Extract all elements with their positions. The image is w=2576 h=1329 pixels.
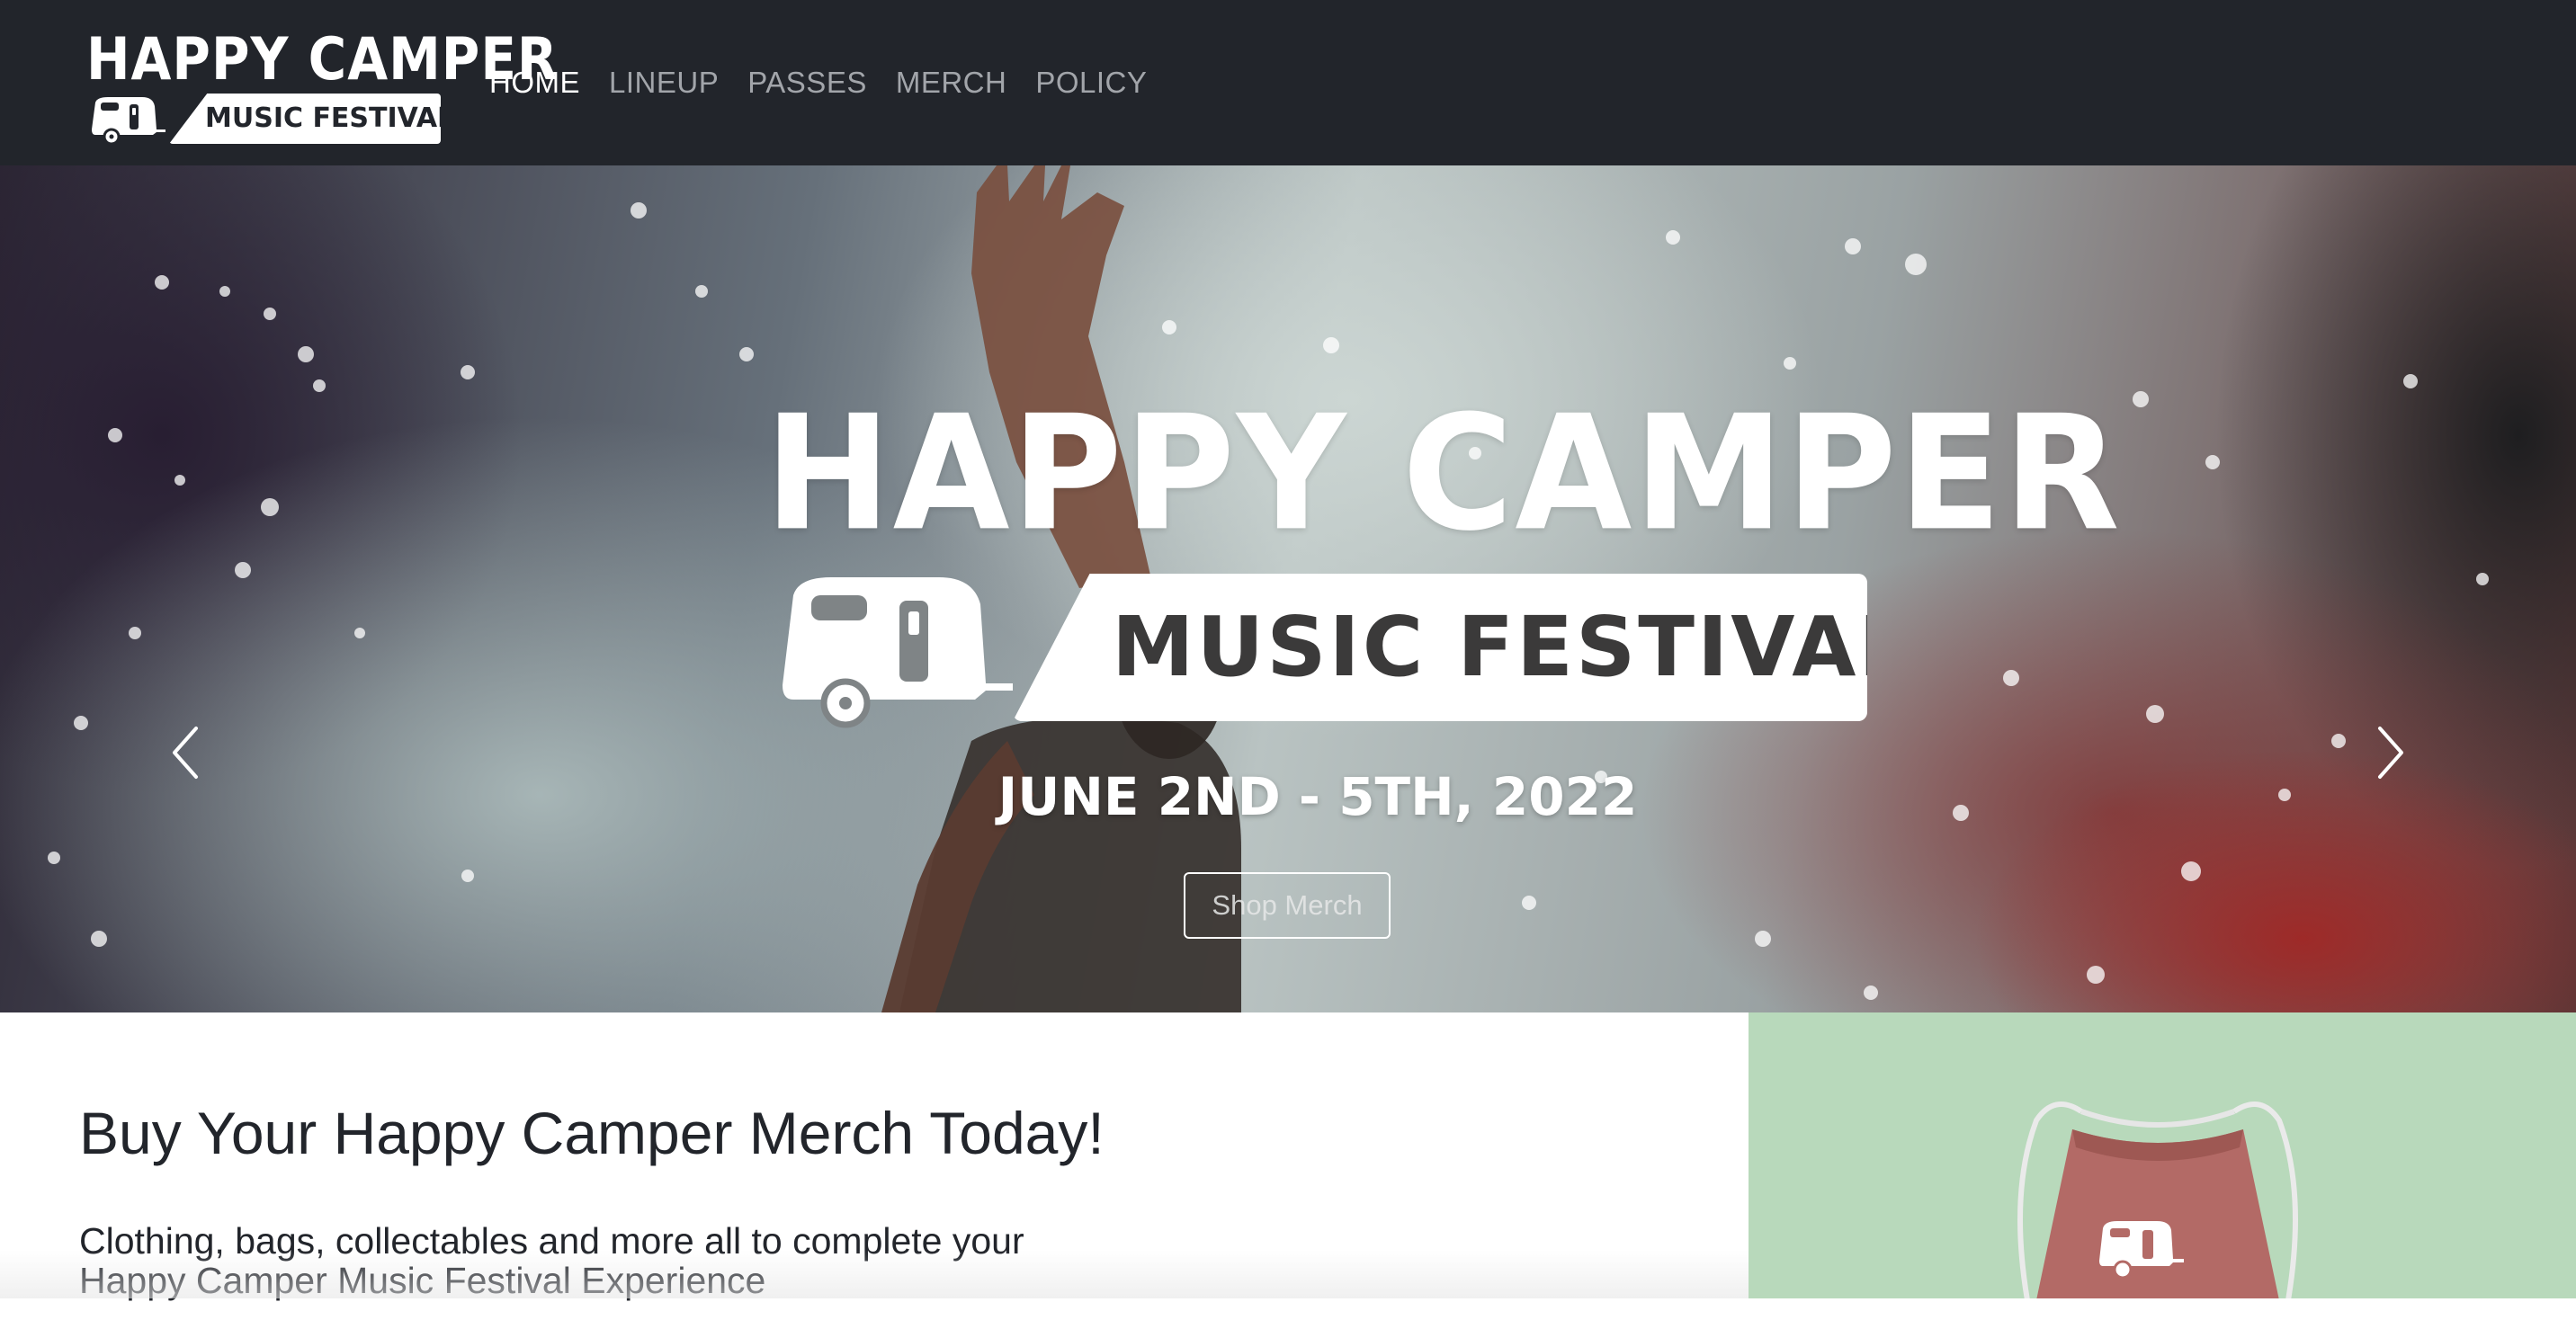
- drawstring-bag-icon: [2017, 1102, 2298, 1298]
- merch-description: Clothing, bags, collectables and more al…: [79, 1220, 1024, 1301]
- nav-item-merch[interactable]: MERCH: [896, 59, 1007, 106]
- hero-badge: MUSIC FESTIVAL: [1013, 574, 1867, 721]
- brand-badge-text: MUSIC FESTIVAL: [205, 103, 455, 134]
- chevron-right-icon[interactable]: [2362, 721, 2416, 784]
- brand-logo[interactable]: HAPPY CAMPER MUSIC FESTIVAL: [86, 24, 559, 146]
- hero-title: HAPPY CAMPER: [765, 380, 2122, 566]
- merch-image-panel: [1749, 1012, 2576, 1298]
- hero-badge-text: MUSIC FESTIVAL: [1112, 599, 1915, 695]
- main-nav: HOME LINEUP PASSES MERCH POLICY: [489, 59, 1147, 106]
- nav-item-passes[interactable]: PASSES: [747, 59, 867, 106]
- nav-item-policy[interactable]: POLICY: [1035, 59, 1147, 106]
- nav-item-lineup[interactable]: LINEUP: [609, 59, 719, 106]
- brand-title: HAPPY CAMPER: [86, 24, 559, 94]
- merch-heading: Buy Your Happy Camper Merch Today!: [79, 1100, 1105, 1166]
- navbar: HAPPY CAMPER MUSIC FESTIVAL HOME LINEUP …: [0, 0, 2576, 165]
- camper-trailer-icon: [783, 577, 1013, 728]
- shop-merch-button[interactable]: Shop Merch: [1184, 872, 1391, 939]
- nav-item-home[interactable]: HOME: [489, 59, 580, 106]
- festival-date: JUNE 2ND - 5TH, 2022: [997, 766, 1638, 827]
- camper-trailer-icon: [92, 97, 165, 146]
- hero-logo: HAPPY CAMPER MUSIC FESTIVAL JUNE 2ND - 5…: [765, 380, 2122, 910]
- merch-section: Buy Your Happy Camper Merch Today! Cloth…: [0, 1012, 2576, 1300]
- brand-badge: MUSIC FESTIVAL: [169, 94, 441, 144]
- chevron-left-icon[interactable]: [160, 721, 214, 784]
